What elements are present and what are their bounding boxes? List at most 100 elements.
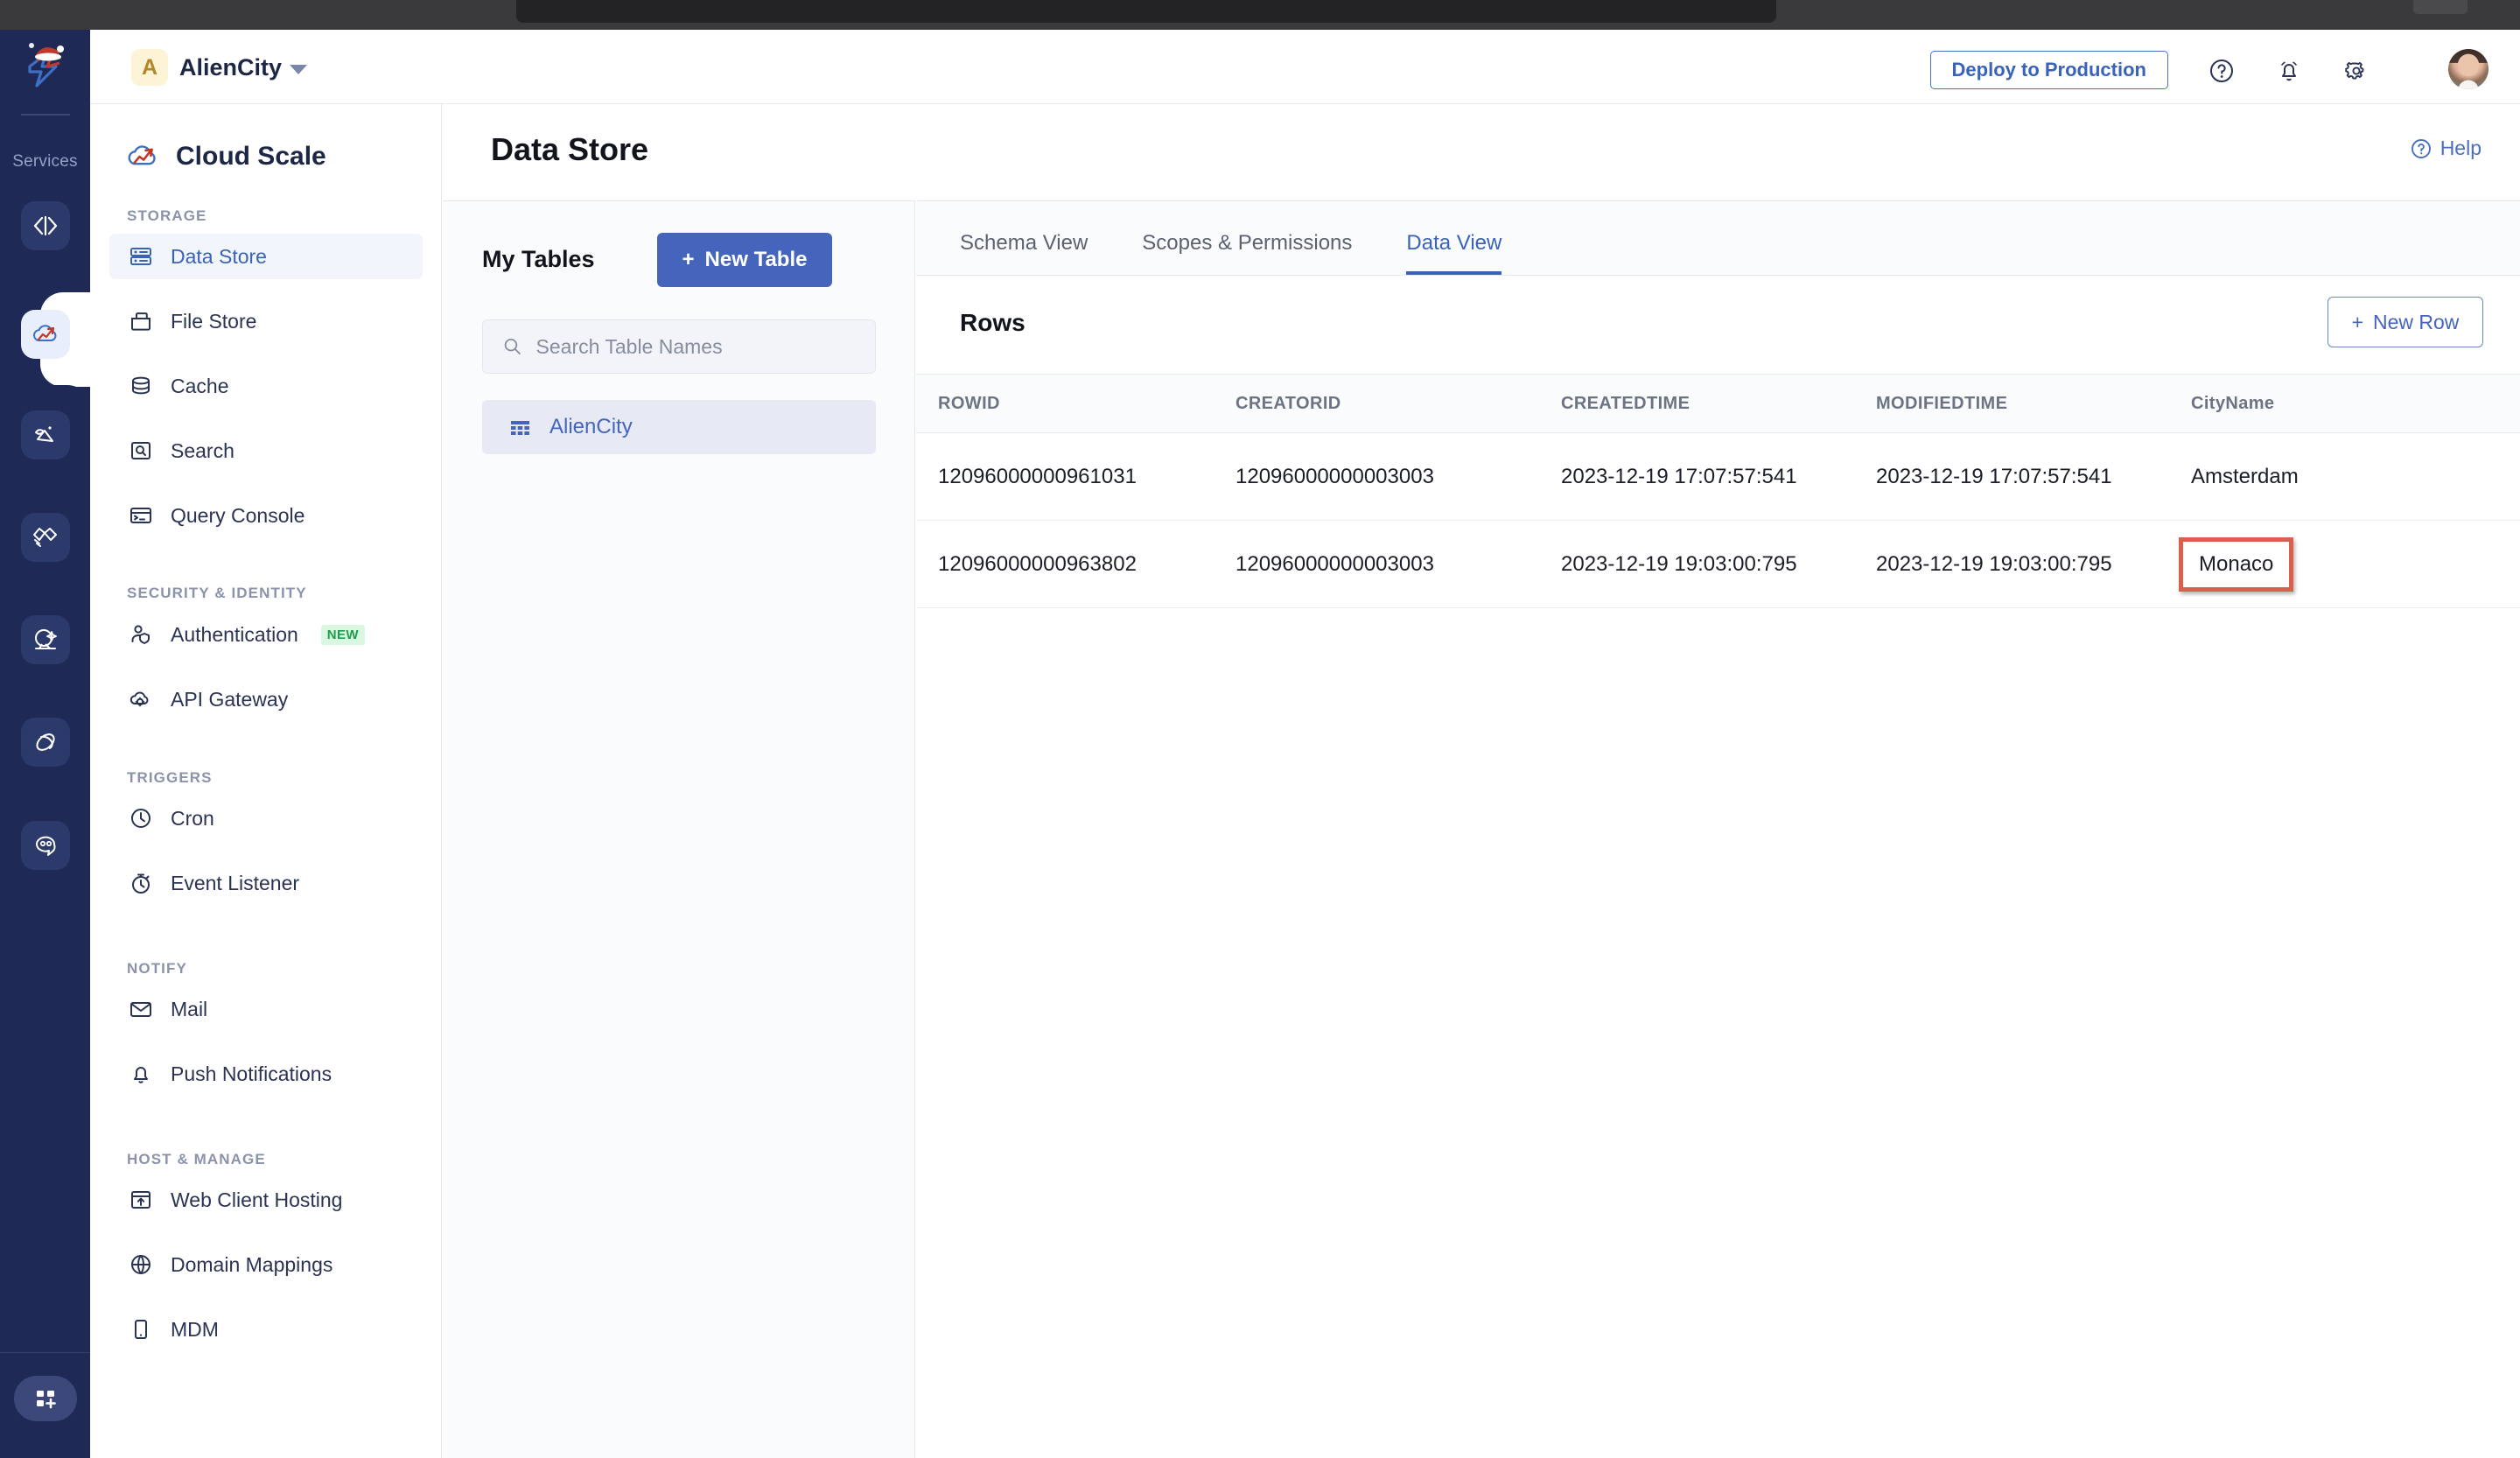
cell-modifiedtime[interactable]: 2023-12-19 17:07:57:541 [1854,465,2169,489]
view-tabs: Schema View Scopes & Permissions Data Vi… [916,201,2520,276]
cloud-scale-title: Cloud Scale [176,142,326,171]
nav-section-storage: STORAGE [127,207,207,224]
column-header-cityname[interactable]: CityName [2169,394,2449,414]
help-circle-icon [2411,138,2431,158]
stopwatch-icon [129,871,153,895]
orbit-icon [36,733,55,751]
sidebar-item-cache[interactable]: Cache [109,363,423,409]
cell-createdtime[interactable]: 2023-12-19 19:03:00:795 [1539,552,1854,577]
sidebar-item-web-client-hosting[interactable]: Web Client Hosting [109,1177,423,1223]
rail-item-ai-sphere-icon[interactable] [21,615,70,664]
cell-createdtime[interactable]: 2023-12-19 17:07:57:541 [1539,465,1854,489]
cell-modifiedtime[interactable]: 2023-12-19 19:03:00:795 [1854,552,2169,577]
handshake-icon [33,528,57,547]
cell-rowid[interactable]: 12096000000963802 [916,552,1214,577]
column-header-rowid[interactable]: ROWID [916,394,1214,414]
gear-icon[interactable] [2340,54,2373,88]
sidebar-item-api-gateway[interactable]: API Gateway [109,676,423,722]
page-title: Data Store [491,131,649,167]
sidebar-item-cron[interactable]: Cron [109,796,423,841]
rail-item-apps-grid-add-icon[interactable] [14,1376,77,1421]
sidebar-item-label: Search [171,438,234,462]
rail-services-label: Services [12,152,78,171]
table-row[interactable]: 12096000000963802 12096000000003003 2023… [916,521,2520,608]
help-label: Help [2440,137,2482,159]
table-list-item-aliencity[interactable]: AlienCity [482,400,876,454]
cell-cityname-highlighted[interactable]: Monaco [2179,536,2294,592]
sidebar-item-search[interactable]: Search [109,428,423,473]
grid-header-row: ROWID CREATORID CREATEDTIME MODIFIEDTIME… [916,374,2520,433]
rail-divider [21,114,70,116]
search-icon [504,338,521,355]
cloud-scale-header: Cloud Scale [125,139,326,174]
nav-section-host-manage: HOST & MANAGE [127,1151,266,1167]
sidebar-item-label: MDM [171,1317,219,1341]
sidebar-item-push-notifications[interactable]: Push Notifications [109,1051,423,1097]
rail-item-orbit-icon[interactable] [21,718,70,767]
cloud-gear-icon [129,687,153,711]
sidebar-item-event-listener[interactable]: Event Listener [109,860,423,906]
cell-cityname-container: Monaco [2169,536,2449,592]
apps-grid-add-icon [37,1391,56,1409]
sidebar-item-query-console[interactable]: Query Console [109,493,423,538]
code-icon [33,215,58,236]
catalyst-analytics-icon [35,426,53,442]
nav-section-notify: NOTIFY [127,960,187,977]
new-table-label: New Table [704,248,808,271]
data-view-content: Schema View Scopes & Permissions Data Vi… [916,200,2520,1458]
catalyst-logo-santa-icon[interactable] [18,40,74,102]
cell-creatorid[interactable]: 12096000000003003 [1214,465,1539,489]
rows-heading: Rows [960,309,1026,336]
rows-data-grid: ROWID CREATORID CREATEDTIME MODIFIEDTIME… [916,374,2520,608]
plus-icon: + [2351,310,2363,333]
sidebar-item-mdm[interactable]: MDM [109,1307,423,1352]
cloud-scale-sidebar: Cloud Scale STORAGE Data Store File Stor… [90,104,442,1458]
new-table-button[interactable]: + New Table [657,233,832,287]
sidebar-item-file-store[interactable]: File Store [109,298,423,344]
help-link[interactable]: Help [2410,137,2482,160]
rail-item-handshake-icon[interactable] [21,513,70,562]
sidebar-item-mail[interactable]: Mail [109,986,423,1032]
sidebar-item-label: Event Listener [171,871,300,894]
deploy-to-production-button[interactable]: Deploy to Production [1929,51,2168,89]
rail-item-code-icon[interactable] [21,201,70,250]
rail-notch-top [40,268,90,294]
column-header-modifiedtime[interactable]: MODIFIEDTIME [1854,394,2169,414]
cell-rowid[interactable]: 12096000000961031 [916,465,1214,489]
nav-section-triggers: TRIGGERS [127,769,213,786]
sidebar-item-domain-mappings[interactable]: Domain Mappings [109,1242,423,1287]
sidebar-item-label: Cron [171,806,214,830]
org-name[interactable]: AlienCity [179,54,282,81]
chevron-down-icon[interactable] [290,65,307,74]
column-header-createdtime[interactable]: CREATEDTIME [1539,394,1854,414]
browser-tab[interactable] [516,0,1776,23]
upload-window-icon [129,1188,153,1212]
sidebar-item-authentication[interactable]: Authentication NEW [109,612,423,657]
sidebar-item-data-store[interactable]: Data Store [109,234,423,279]
cloud-scale-icon [33,325,57,341]
table-row[interactable]: 12096000000961031 12096000000003003 2023… [916,433,2520,521]
table-grid-icon [511,420,529,435]
rail-item-catalyst-analytics-icon[interactable] [21,410,70,459]
database-icon [129,374,153,398]
tab-data-view[interactable]: Data View [1406,231,1502,275]
user-avatar[interactable] [2448,49,2488,89]
rail-item-chat-bot-icon[interactable] [21,821,70,870]
ai-sphere-icon [35,629,57,649]
bell-icon[interactable] [2272,54,2306,88]
search-table-names-input[interactable] [536,334,856,359]
new-row-button[interactable]: + New Row [2328,297,2483,347]
tab-schema-view[interactable]: Schema View [960,231,1088,275]
sidebar-item-label: Domain Mappings [171,1252,333,1276]
cell-creatorid[interactable]: 12096000000003003 [1214,552,1539,577]
tab-scopes-permissions[interactable]: Scopes & Permissions [1142,231,1352,275]
column-header-creatorid[interactable]: CREATORID [1214,394,1539,414]
browser-chrome-right-control[interactable] [2413,0,2468,14]
chat-bot-icon [36,836,56,856]
cell-cityname[interactable]: Amsterdam [2169,465,2449,489]
rail-item-cloud-scale-icon[interactable] [21,310,70,359]
search-table-names-box[interactable] [482,319,876,374]
browser-chrome [0,0,2520,30]
help-circle-icon[interactable] [2205,54,2238,88]
bell-icon [129,1062,153,1086]
